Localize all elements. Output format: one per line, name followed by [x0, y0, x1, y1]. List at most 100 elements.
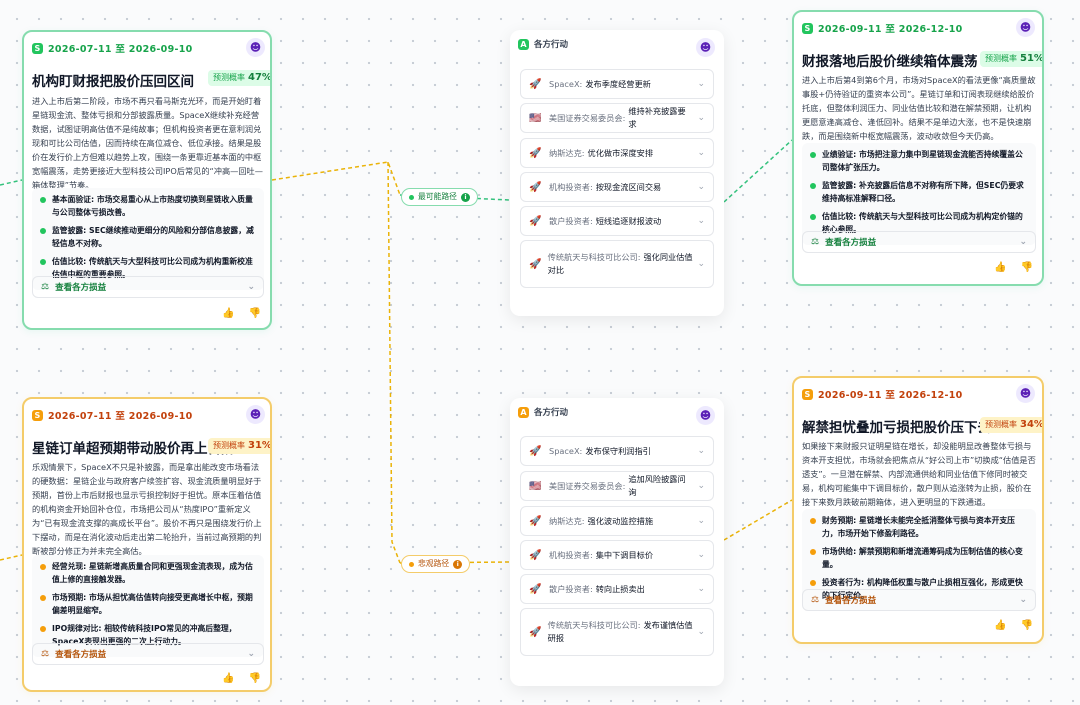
- robot-icon[interactable]: ☻: [1016, 384, 1035, 403]
- view-stakeholder-impact-button[interactable]: ⚖ 查看各方损益 ⌄: [32, 276, 264, 298]
- probability-badge: 预测概率 34%: [980, 417, 1042, 433]
- panel-header: A 各方行动: [518, 406, 568, 418]
- actions-panel-1: A 各方行动 ☻ 🚀 SpaceX: 发布季度经营更新 ⌄ 🇺🇸 美国证券交易委员会: 维持…: [510, 30, 724, 316]
- thumbs-down-icon[interactable]: 👎: [1020, 620, 1032, 631]
- chevron-down-icon: ⌄: [697, 627, 705, 637]
- actions-icon: A: [518, 38, 529, 50]
- rocket-icon: 🚀: [529, 215, 542, 227]
- key-point: 经营兑现: 星链新增高质量合同和更强现金流表现，成为估值上修的直接触发器。: [40, 560, 258, 586]
- chevron-down-icon: ⌄: [247, 649, 255, 659]
- action-row[interactable]: 🚀 散户投资者: 转向止损卖出 ⌄: [520, 574, 714, 604]
- stage-icon: S: [802, 388, 813, 400]
- probability-badge: 预测概率 31%: [208, 438, 270, 454]
- robot-icon[interactable]: ☻: [696, 38, 715, 57]
- action-row[interactable]: 🚀 传统航天与科技可比公司: 发布谨慎估值研报 ⌄: [520, 608, 714, 656]
- date-range: S 2026-09-11 至 2026-12-10: [802, 387, 963, 401]
- probability-badge: 预测概率 51%: [980, 51, 1042, 67]
- chevron-down-icon: ⌄: [697, 182, 705, 192]
- card-description: 如果接下来财报只证明星链在增长，却没能明显改善整体亏损与资本开支担忧，市场就会把…: [802, 441, 1036, 507]
- feedback: 👍 👎: [994, 262, 1033, 273]
- most-likely-path-pill[interactable]: 最可能路径 i: [401, 188, 478, 206]
- view-stakeholder-impact-button[interactable]: ⚖ 查看各方损益 ⌄: [802, 589, 1036, 611]
- stage-icon: S: [32, 409, 43, 421]
- action-row[interactable]: 🚀 纳斯达克: 优化做市深度安排 ⌄: [520, 138, 714, 168]
- key-points: 业绩验证: 市场把注意力集中到星链现金流能否持续覆盖公司整体扩张压力。 监管披露…: [802, 143, 1036, 245]
- key-point: 监管披露: 补充披露后信息不对称有所下降，但SEC仍要求维持高标准解释口径。: [810, 179, 1030, 205]
- info-icon[interactable]: i: [460, 192, 470, 202]
- rocket-icon: 🚀: [529, 78, 542, 90]
- scenario-card-4: S 2026-09-11 至 2026-12-10 ☻ 解禁担忧叠加亏损把股价压下…: [792, 376, 1044, 644]
- feedback: 👍 👎: [222, 673, 261, 684]
- thumbs-up-icon[interactable]: 👍: [994, 262, 1006, 273]
- thumbs-down-icon[interactable]: 👎: [248, 673, 260, 684]
- chevron-down-icon: ⌄: [1019, 237, 1027, 247]
- thumbs-up-icon[interactable]: 👍: [222, 673, 234, 684]
- rocket-icon: 🚀: [529, 515, 542, 527]
- key-point: 财务预期: 星链增长未能完全抵消整体亏损与资本开支压力，市场开始下修盈利路径。: [810, 514, 1030, 540]
- action-row[interactable]: 🚀 纳斯达克: 强化波动监控措施 ⌄: [520, 506, 714, 536]
- rocket-icon: 🚀: [529, 181, 542, 193]
- scale-icon: ⚖: [811, 237, 820, 247]
- chevron-down-icon: ⌄: [247, 282, 255, 292]
- feedback: 👍 👎: [222, 308, 261, 319]
- chevron-down-icon: ⌄: [697, 259, 705, 269]
- probability-badge: 预测概率 47%: [208, 70, 270, 86]
- chevron-down-icon: ⌄: [697, 216, 705, 226]
- info-icon[interactable]: i: [453, 559, 463, 569]
- date-range: S 2026-09-11 至 2026-12-10: [802, 21, 963, 35]
- scenario-card-3: S 2026-09-11 至 2026-12-10 ☻ 财报落地后股价继续箱体震荡…: [792, 10, 1044, 286]
- chevron-down-icon: ⌄: [1019, 595, 1027, 605]
- chevron-down-icon: ⌄: [697, 113, 705, 123]
- robot-icon[interactable]: ☻: [1016, 18, 1035, 37]
- key-point: 市场供给: 解禁预期和新增流通筹码成为压制估值的核心变量。: [810, 545, 1030, 571]
- thumbs-down-icon[interactable]: 👎: [1020, 262, 1032, 273]
- date-range: S 2026-07-11 至 2026-09-10: [32, 41, 193, 55]
- pessimistic-path-pill[interactable]: 悲观路径 i: [401, 555, 471, 573]
- scenario-card-1: S 2026-07-11 至 2026-09-10 ☻ 机构盯财报把股价压回区间 …: [22, 30, 272, 330]
- chevron-down-icon: ⌄: [697, 516, 705, 526]
- card-title: 解禁担忧叠加亏损把股价压下去: [802, 420, 991, 436]
- scale-icon: ⚖: [811, 595, 820, 605]
- thumbs-up-icon[interactable]: 👍: [994, 620, 1006, 631]
- card-title: 星链订单超预期带动股价再上台阶: [32, 441, 235, 457]
- scale-icon: ⚖: [41, 282, 50, 292]
- action-row[interactable]: 🚀 机构投资者: 集中下调目标价 ⌄: [520, 540, 714, 570]
- robot-icon[interactable]: ☻: [246, 405, 265, 424]
- card-description: 进入上市后第4到第6个月，市场对SpaceX的看法更像“高质量故事股+仍待验证的…: [802, 75, 1036, 141]
- feedback: 👍 👎: [994, 620, 1033, 631]
- scale-icon: ⚖: [41, 649, 50, 659]
- thumbs-down-icon[interactable]: 👎: [248, 308, 260, 319]
- action-row[interactable]: 🚀 SpaceX: 发布季度经营更新 ⌄: [520, 69, 714, 99]
- action-row[interactable]: 🚀 SpaceX: 发布保守利润指引 ⌄: [520, 436, 714, 466]
- rocket-icon: 🚀: [529, 147, 542, 159]
- us-flag-icon: 🇺🇸: [529, 480, 542, 492]
- action-row[interactable]: 🇺🇸 美国证券交易委员会: 追加风险披露问询 ⌄: [520, 471, 714, 501]
- rocket-icon: 🚀: [529, 445, 542, 457]
- rocket-icon: 🚀: [529, 626, 542, 638]
- stage-icon: S: [32, 42, 43, 54]
- actions-icon: A: [518, 406, 529, 418]
- action-row[interactable]: 🚀 传统航天与科技可比公司: 强化同业估值对比 ⌄: [520, 240, 714, 288]
- robot-icon[interactable]: ☻: [246, 38, 265, 57]
- key-point: 市场预期: 市场从担忧高估值转向接受更高增长中枢，预期偏差明显缩窄。: [40, 591, 258, 617]
- action-row[interactable]: 🚀 散户投资者: 短线追逐财报波动 ⌄: [520, 206, 714, 236]
- action-row[interactable]: 🚀 机构投资者: 按现金流区间交易 ⌄: [520, 172, 714, 202]
- view-stakeholder-impact-button[interactable]: ⚖ 查看各方损益 ⌄: [32, 643, 264, 665]
- rocket-icon: 🚀: [529, 549, 542, 561]
- robot-icon[interactable]: ☻: [696, 406, 715, 425]
- chevron-down-icon: ⌄: [697, 481, 705, 491]
- card-description: 乐观情景下，SpaceX不只是补披露，而是拿出能改变市场看法的硬数据：星链企业与…: [32, 462, 262, 556]
- view-stakeholder-impact-button[interactable]: ⚖ 查看各方损益 ⌄: [802, 231, 1036, 253]
- action-row[interactable]: 🇺🇸 美国证券交易委员会: 维持补充披露要求 ⌄: [520, 103, 714, 133]
- thumbs-up-icon[interactable]: 👍: [222, 308, 234, 319]
- rocket-icon: 🚀: [529, 583, 542, 595]
- date-range: S 2026-07-11 至 2026-09-10: [32, 408, 193, 422]
- chevron-down-icon: ⌄: [697, 148, 705, 158]
- chevron-down-icon: ⌄: [697, 550, 705, 560]
- card-title: 财报落地后股价继续箱体震荡: [802, 54, 978, 70]
- chevron-down-icon: ⌄: [697, 584, 705, 594]
- card-title: 机构盯财报把股价压回区间: [32, 74, 194, 90]
- key-point: 监管披露: SEC继续推动更细分的风险和分部信息披露，减轻信息不对称。: [40, 224, 258, 250]
- key-points: 经营兑现: 星链新增高质量合同和更强现金流表现，成为估值上修的直接触发器。 市场…: [32, 555, 264, 657]
- actions-panel-2: A 各方行动 ☻ 🚀 SpaceX: 发布保守利润指引 ⌄ 🇺🇸 美国证券交易委员会: 追加…: [510, 398, 724, 686]
